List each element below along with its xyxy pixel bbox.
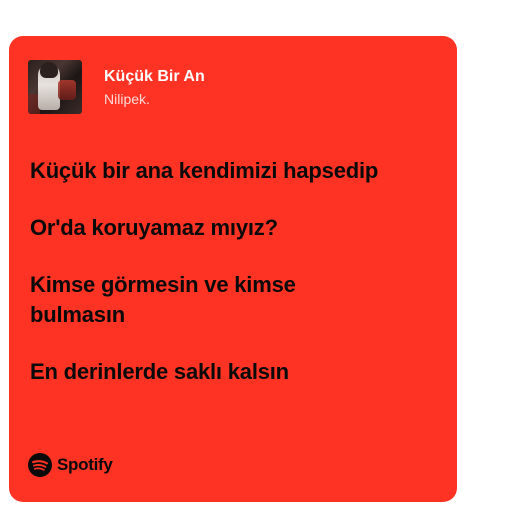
- track-artist: Nilipek.: [104, 91, 150, 107]
- lyric-line: En derinlerde saklı kalsın: [30, 359, 289, 384]
- cover-figure-hair: [40, 62, 58, 78]
- lyrics-share-card: Küçük Bir An Nilipek. Küçük bir ana kend…: [9, 36, 457, 502]
- cover-accent: [58, 80, 76, 100]
- track-header[interactable]: Küçük Bir An Nilipek.: [28, 60, 205, 114]
- spotify-wordmark: Spotify: [57, 455, 113, 474]
- album-cover: [28, 60, 82, 114]
- lyric-line: Or'da koruyamaz mıyız?: [30, 215, 278, 240]
- track-meta: Küçük Bir An Nilipek.: [104, 67, 205, 108]
- spotify-brand: Spotify: [28, 453, 113, 477]
- lyrics-block: Küçük bir ana kendimizi hapsedip Or'da k…: [30, 156, 440, 414]
- lyric-line: Küçük bir ana kendimizi hapsedip: [30, 158, 379, 183]
- track-title: Küçük Bir An: [104, 68, 205, 85]
- spotify-icon: [28, 453, 52, 477]
- lyric-line: Kimse görmesin ve kimse bulmasın: [30, 272, 296, 327]
